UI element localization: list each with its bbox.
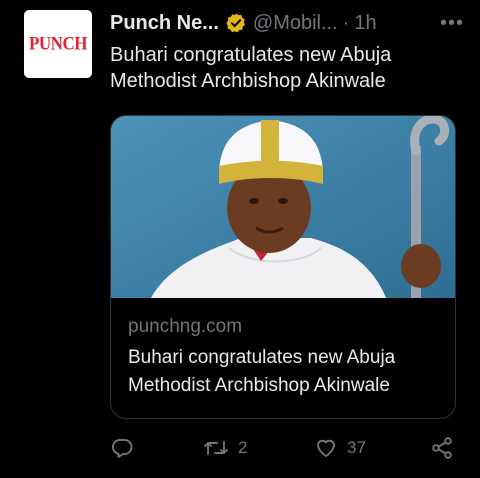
retweet-count: 2 xyxy=(238,438,248,457)
timestamp[interactable]: 1h xyxy=(354,12,376,35)
tweet-text: Buhari congratulates new Abuja Methodist… xyxy=(110,44,392,92)
like-count: 37 xyxy=(347,438,366,457)
link-card[interactable]: punchng.com Buhari congratulates new Abu… xyxy=(110,115,456,419)
card-domain: punchng.com xyxy=(128,316,243,337)
author-name[interactable]: Punch Ne... xyxy=(110,12,219,35)
retweet-button[interactable]: 2 xyxy=(203,436,247,460)
tweet-header: Punch Ne... @Mobil... · 1h xyxy=(110,10,464,36)
like-icon xyxy=(314,436,338,460)
like-button[interactable]: 37 xyxy=(314,436,366,460)
retweet-icon xyxy=(203,436,229,460)
card-image[interactable] xyxy=(111,116,455,298)
verified-badge-icon[interactable] xyxy=(225,12,247,34)
more-icon[interactable]: ••• xyxy=(440,10,464,36)
card-title: Buhari congratulates new Abuja Methodist… xyxy=(128,347,396,396)
reply-button[interactable] xyxy=(110,436,143,460)
tweet-actions: 2 37 xyxy=(110,436,460,464)
share-button[interactable] xyxy=(430,436,454,460)
punch-logo: PUNCH xyxy=(29,33,87,54)
reply-icon xyxy=(110,436,134,460)
author-handle[interactable]: @Mobil... xyxy=(253,12,338,35)
share-icon xyxy=(430,436,454,460)
avatar[interactable]: PUNCH xyxy=(24,10,92,78)
separator-dot: · xyxy=(342,11,350,34)
